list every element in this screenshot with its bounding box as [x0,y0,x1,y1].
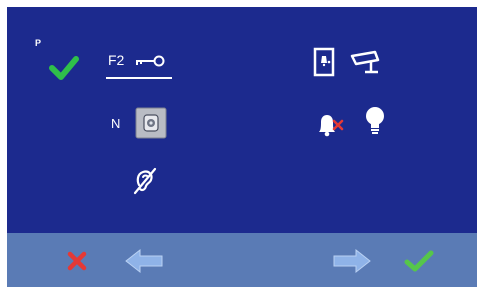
key-icon [134,54,166,68]
confirm-icon[interactable] [404,250,434,272]
cancel-icon[interactable] [66,251,88,271]
handset-icon[interactable] [135,107,167,139]
door-icon[interactable] [313,47,335,77]
bell-muted-icon[interactable] [315,112,345,138]
arrow-right-icon[interactable] [332,248,372,274]
cctv-camera-icon[interactable] [349,48,385,76]
function-f2-key[interactable]: F2 [106,50,172,80]
selected-underline [106,77,172,79]
function-key-label: F2 [108,52,125,68]
arrow-left-icon[interactable] [124,248,164,274]
mode-label: P [35,38,42,48]
hearing-loop-icon[interactable] [131,167,159,195]
check-icon [49,55,79,81]
profile-letter: N [111,116,121,131]
light-bulb-icon[interactable] [364,105,386,137]
